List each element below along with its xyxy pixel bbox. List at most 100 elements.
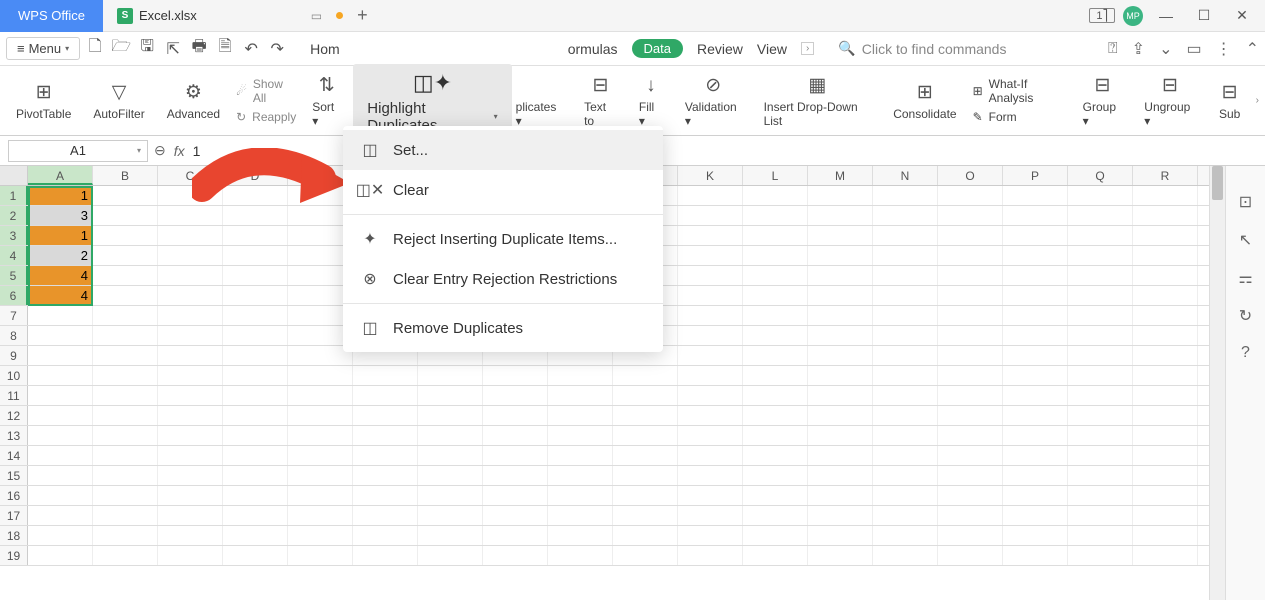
fx-icon[interactable]: fx xyxy=(174,143,185,159)
cell-Q8[interactable] xyxy=(1068,326,1133,345)
vertical-scrollbar[interactable] xyxy=(1209,166,1225,600)
tab-formulas[interactable]: ormulas xyxy=(568,41,618,57)
cell-C10[interactable] xyxy=(158,366,223,385)
chevron-up-icon[interactable]: ⌃ xyxy=(1246,39,1259,59)
cell-G17[interactable] xyxy=(418,506,483,525)
cell-Q7[interactable] xyxy=(1068,306,1133,325)
menu-clear-entry[interactable]: ⊗Clear Entry Rejection Restrictions xyxy=(343,259,663,299)
cell-D16[interactable] xyxy=(223,486,288,505)
col-head-P[interactable]: P xyxy=(1003,166,1068,185)
redo-icon[interactable]: ↷ xyxy=(266,38,288,60)
cell-L16[interactable] xyxy=(743,486,808,505)
row-head[interactable]: 18 xyxy=(0,526,28,545)
cell-Q5[interactable] xyxy=(1068,266,1133,285)
cell-N10[interactable] xyxy=(873,366,938,385)
ungroup-button[interactable]: ⊟Ungroup ▾ xyxy=(1134,70,1205,132)
cell-R4[interactable] xyxy=(1133,246,1198,265)
cell-J10[interactable] xyxy=(613,366,678,385)
save-icon[interactable]: 🖫 xyxy=(136,38,158,60)
cell-I17[interactable] xyxy=(548,506,613,525)
cell-A11[interactable] xyxy=(28,386,93,405)
row-head[interactable]: 4 xyxy=(0,246,28,265)
cell-C15[interactable] xyxy=(158,466,223,485)
cell-I19[interactable] xyxy=(548,546,613,565)
cell-P5[interactable] xyxy=(1003,266,1068,285)
row-head[interactable]: 14 xyxy=(0,446,28,465)
col-head-O[interactable]: O xyxy=(938,166,1003,185)
cell-C11[interactable] xyxy=(158,386,223,405)
cell-O9[interactable] xyxy=(938,346,1003,365)
cell-I10[interactable] xyxy=(548,366,613,385)
cell-I13[interactable] xyxy=(548,426,613,445)
minimize-button[interactable]: — xyxy=(1151,1,1181,31)
cell-D3[interactable] xyxy=(223,226,288,245)
find-commands[interactable]: 🔍 Click to find commands xyxy=(838,40,1006,57)
cell-N18[interactable] xyxy=(873,526,938,545)
reapply-button[interactable]: ↻Reapply xyxy=(232,108,300,126)
cell-N2[interactable] xyxy=(873,206,938,225)
cell-R15[interactable] xyxy=(1133,466,1198,485)
cell-F13[interactable] xyxy=(353,426,418,445)
cell-N6[interactable] xyxy=(873,286,938,305)
cell-C4[interactable] xyxy=(158,246,223,265)
duplicates-button[interactable]: plicates ▾ xyxy=(514,70,572,132)
consolidate-button[interactable]: ⊞Consolidate xyxy=(883,77,966,125)
subtotal-button[interactable]: ⊟Sub xyxy=(1208,77,1252,125)
cell-P14[interactable] xyxy=(1003,446,1068,465)
cell-A16[interactable] xyxy=(28,486,93,505)
share-icon[interactable]: ⇪ xyxy=(1132,39,1145,59)
cell-C12[interactable] xyxy=(158,406,223,425)
cell-C8[interactable] xyxy=(158,326,223,345)
cell-M7[interactable] xyxy=(808,306,873,325)
cell-K18[interactable] xyxy=(678,526,743,545)
cell-E12[interactable] xyxy=(288,406,353,425)
scroll-thumb[interactable] xyxy=(1212,166,1223,200)
cell-F11[interactable] xyxy=(353,386,418,405)
cell-P18[interactable] xyxy=(1003,526,1068,545)
cell-O7[interactable] xyxy=(938,306,1003,325)
cell-K11[interactable] xyxy=(678,386,743,405)
tab-review[interactable]: Review xyxy=(697,41,743,57)
cell-B16[interactable] xyxy=(93,486,158,505)
cell-I18[interactable] xyxy=(548,526,613,545)
row-head[interactable]: 9 xyxy=(0,346,28,365)
cell-B17[interactable] xyxy=(93,506,158,525)
cell-B1[interactable] xyxy=(93,186,158,205)
cell-F18[interactable] xyxy=(353,526,418,545)
cell-D12[interactable] xyxy=(223,406,288,425)
advanced-button[interactable]: ⚙Advanced xyxy=(157,77,230,125)
cell-J19[interactable] xyxy=(613,546,678,565)
whatif-button[interactable]: ⊞What-If Analysis xyxy=(969,75,1071,107)
cell-N12[interactable] xyxy=(873,406,938,425)
cell-I12[interactable] xyxy=(548,406,613,425)
cell-O3[interactable] xyxy=(938,226,1003,245)
cell-F16[interactable] xyxy=(353,486,418,505)
cell-M6[interactable] xyxy=(808,286,873,305)
cell-L17[interactable] xyxy=(743,506,808,525)
close-button[interactable]: ✕ xyxy=(1227,1,1257,31)
cell-Q10[interactable] xyxy=(1068,366,1133,385)
help-icon[interactable]: ? xyxy=(1241,344,1250,362)
cell-M15[interactable] xyxy=(808,466,873,485)
cell-O15[interactable] xyxy=(938,466,1003,485)
cell-I15[interactable] xyxy=(548,466,613,485)
cell-B7[interactable] xyxy=(93,306,158,325)
menu-set[interactable]: ◫Set... xyxy=(343,130,663,170)
menu-clear[interactable]: ◫✕Clear xyxy=(343,170,663,210)
cell-P1[interactable] xyxy=(1003,186,1068,205)
cursor-icon[interactable]: ↖ xyxy=(1239,230,1252,250)
cell-R9[interactable] xyxy=(1133,346,1198,365)
cell-L2[interactable] xyxy=(743,206,808,225)
cell-E14[interactable] xyxy=(288,446,353,465)
cell-Q17[interactable] xyxy=(1068,506,1133,525)
cell-B18[interactable] xyxy=(93,526,158,545)
cell-F12[interactable] xyxy=(353,406,418,425)
cell-L7[interactable] xyxy=(743,306,808,325)
cell-J12[interactable] xyxy=(613,406,678,425)
cell-O14[interactable] xyxy=(938,446,1003,465)
select-all-corner[interactable] xyxy=(0,166,28,185)
col-head-R[interactable]: R xyxy=(1133,166,1198,185)
menu-reject[interactable]: ✦Reject Inserting Duplicate Items... xyxy=(343,219,663,259)
cell-A1[interactable]: 1 xyxy=(28,186,93,205)
cell-A7[interactable] xyxy=(28,306,93,325)
